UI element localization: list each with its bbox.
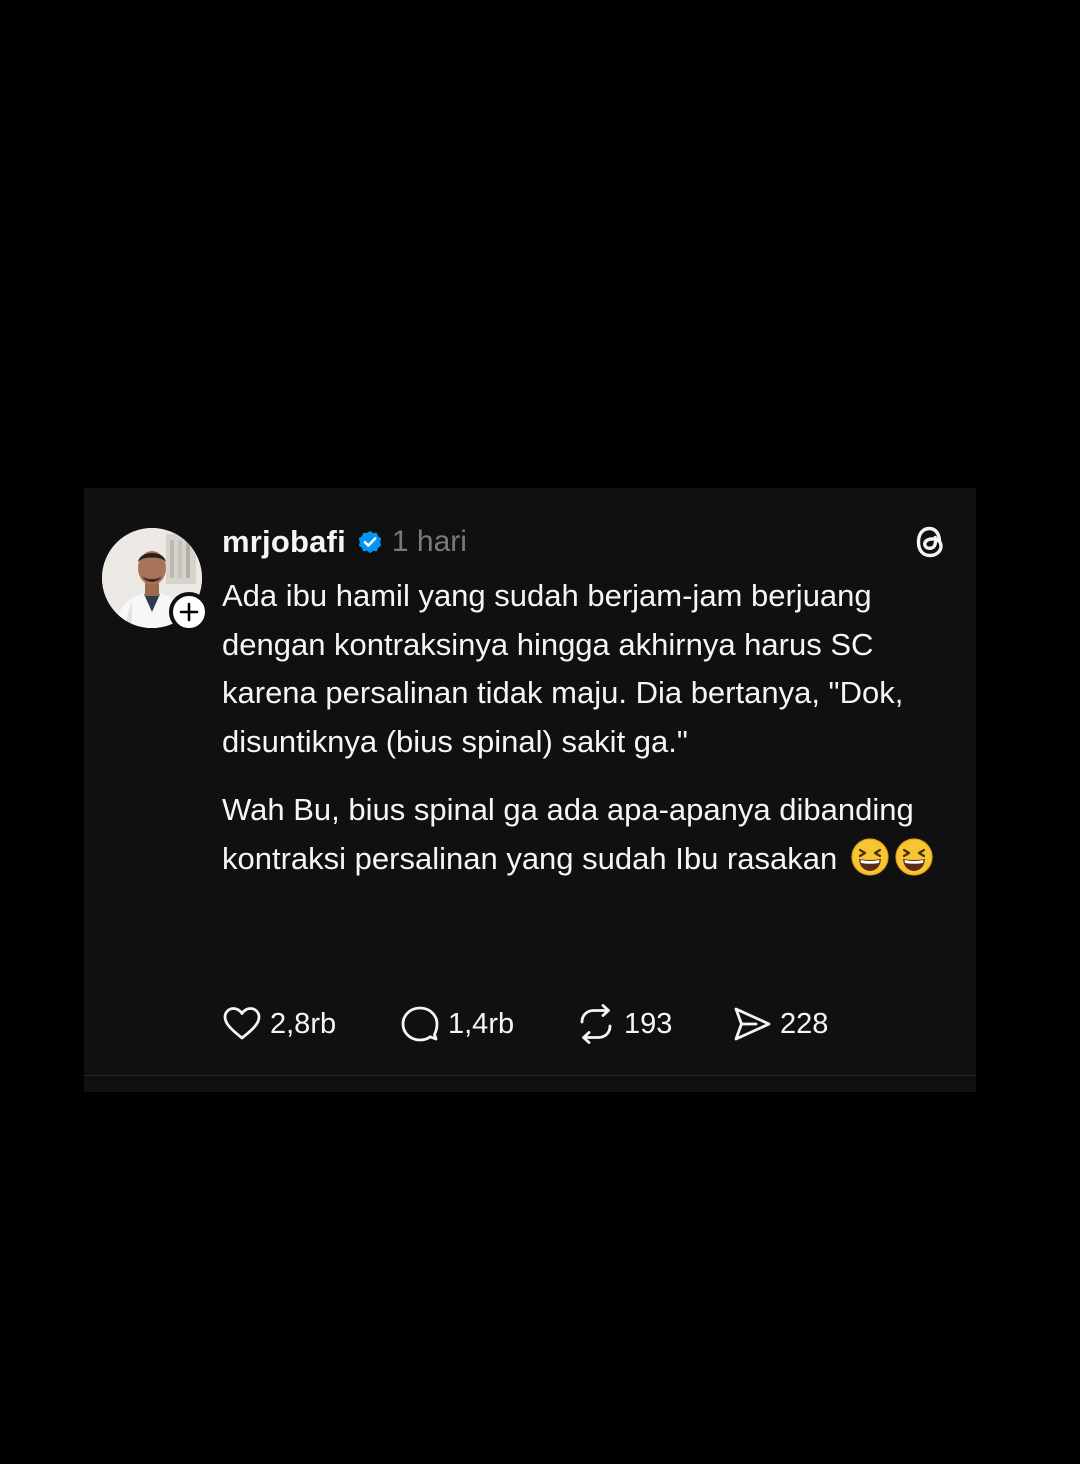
post-paragraph: Ada ibu hamil yang sudah berjam-jam berj…: [222, 578, 904, 759]
share-button[interactable]: 228: [732, 1004, 828, 1044]
post-paragraph-text: Wah Bu, bius spinal ga ada apa-apanya di…: [222, 792, 914, 876]
comment-bubble-icon: [401, 1006, 439, 1042]
repost-count: 193: [624, 1007, 673, 1040]
like-button[interactable]: 2,8rb: [222, 1004, 400, 1044]
post-timestamp[interactable]: 1 hari: [392, 525, 467, 559]
like-count: 2,8rb: [270, 1007, 337, 1040]
share-count: 228: [780, 1007, 829, 1040]
post-body: Ada ibu hamil yang sudah berjam-jam berj…: [222, 572, 952, 883]
laughing-face-icon: [894, 837, 934, 877]
repost-button[interactable]: 193: [576, 1004, 732, 1044]
reply-count: 1,4rb: [448, 1007, 515, 1040]
post-content: mrjobafi 1 hari Ada ibu hamil yang sudah…: [222, 518, 952, 883]
post-paragraph: Wah Bu, bius spinal ga ada apa-apanya di…: [222, 786, 952, 883]
avatar-container[interactable]: [102, 528, 209, 632]
heart-icon: [223, 1007, 261, 1040]
plus-icon: [179, 602, 199, 622]
threads-logo-icon[interactable]: [910, 520, 950, 564]
reply-button[interactable]: 1,4rb: [400, 1004, 576, 1044]
username-link[interactable]: mrjobafi: [222, 524, 346, 560]
laughing-face-icon: [850, 837, 890, 877]
repost-icon: [580, 1004, 612, 1044]
post-actions: 2,8rb 1,4rb 193 228: [222, 1000, 828, 1048]
send-icon: [734, 1007, 771, 1041]
follow-button[interactable]: [169, 592, 209, 632]
post-header: mrjobafi 1 hari: [222, 518, 952, 566]
divider: [84, 1075, 976, 1076]
verified-badge-icon: [356, 528, 384, 556]
post-card[interactable]: mrjobafi 1 hari Ada ibu hamil yang sudah…: [84, 488, 976, 1092]
